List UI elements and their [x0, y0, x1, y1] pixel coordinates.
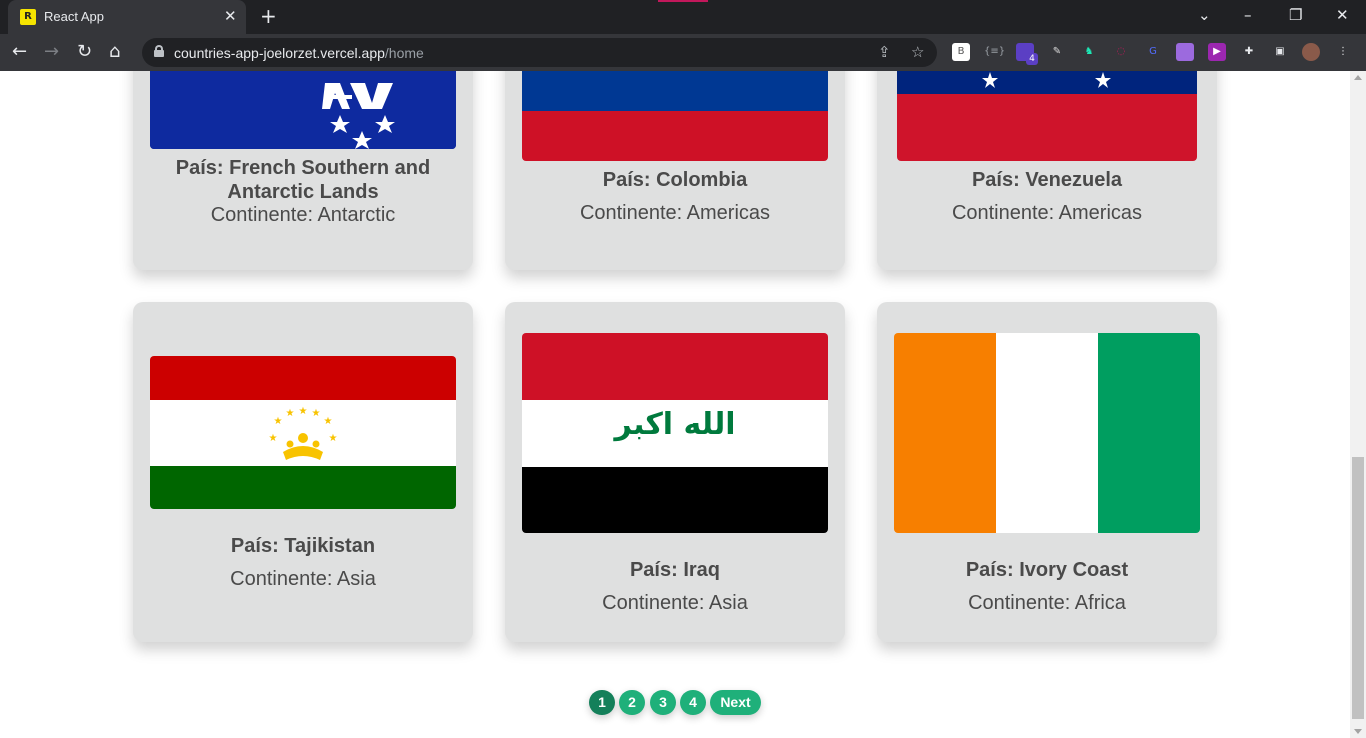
flag-image	[150, 71, 456, 149]
country-card[interactable]: País: French Southern and Antarctic Land…	[133, 71, 473, 270]
continent-name: Continente: Africa	[968, 592, 1126, 614]
ivory-coast-flag-graphic	[894, 333, 1200, 533]
continent-name: Continente: Asia	[230, 568, 376, 590]
venezuela-flag-graphic	[897, 71, 1197, 161]
bookmark-star-icon[interactable]: ☆	[911, 43, 924, 61]
continent-name: Continente: Antarctic	[210, 204, 396, 226]
page-2-button[interactable]: 2	[619, 690, 645, 715]
profile-avatar[interactable]	[1302, 43, 1320, 61]
page-1-button[interactable]: 1	[589, 690, 615, 715]
extensions-puzzle-icon[interactable]: ✚	[1240, 43, 1258, 61]
country-card[interactable]: الله اكبر País: Iraq Continente: Asia	[505, 302, 845, 642]
country-name: País: Ivory Coast	[965, 559, 1129, 581]
back-icon[interactable]: ←	[12, 41, 27, 62]
minimize-icon[interactable]: –	[1244, 6, 1252, 24]
svg-text:★: ★	[299, 406, 308, 417]
continent-name: Continente: Asia	[602, 592, 748, 614]
country-name: País: Colombia	[602, 169, 748, 191]
vertical-scrollbar[interactable]	[1350, 71, 1366, 738]
extension-ring-icon[interactable]: ◌	[1112, 43, 1130, 61]
svg-text:★: ★	[274, 416, 283, 427]
country-name: País: Venezuela	[971, 169, 1123, 191]
taaf-flag-graphic	[150, 71, 456, 149]
browser-toolbar: ← → ↻ ⌂ countries-app-joelorzet.vercel.a…	[0, 34, 1366, 71]
svg-text:★: ★	[312, 408, 321, 419]
restore-icon[interactable]: ❐	[1289, 6, 1302, 24]
forward-icon[interactable]: →	[44, 41, 59, 62]
colombia-flag-graphic	[522, 71, 828, 161]
extension-pen-icon[interactable]: ✎	[1048, 43, 1066, 61]
flag-image: الله اكبر	[522, 333, 828, 533]
scrollbar-thumb[interactable]	[1352, 457, 1364, 719]
flag-image	[894, 333, 1200, 533]
extension-leaf-icon[interactable]: ♞	[1080, 43, 1098, 61]
close-tab-icon[interactable]: ✕	[224, 7, 237, 25]
country-card[interactable]: ★ ★ ★ ★ ★ ★ ★ País: Tajikistan Continent…	[133, 302, 473, 642]
extension-c-icon[interactable]: G	[1144, 43, 1162, 61]
flag-image	[897, 71, 1197, 161]
window-close-icon[interactable]: ✕	[1336, 6, 1349, 24]
url-path: /home	[384, 45, 424, 61]
tab-search-icon[interactable]: ⌄	[1198, 6, 1211, 24]
extension-play-icon[interactable]: ▶	[1208, 43, 1226, 61]
continent-name: Continente: Americas	[951, 202, 1143, 224]
react-favicon-icon: R	[20, 9, 36, 25]
page-content: País: French Southern and Antarctic Land…	[0, 71, 1350, 738]
svg-text:★: ★	[329, 433, 338, 444]
extension-badge: 4	[1026, 53, 1038, 65]
svg-text:★: ★	[324, 416, 333, 427]
iraq-flag-inscription: الله اكبر	[614, 407, 736, 442]
svg-text:★: ★	[286, 408, 295, 419]
extension-b-icon[interactable]: B	[952, 43, 970, 61]
svg-text:★: ★	[269, 433, 278, 444]
country-name: País: Iraq	[629, 559, 721, 581]
country-name: País: Tajikistan	[230, 535, 376, 557]
browser-tab[interactable]: R React App ✕	[8, 0, 246, 34]
country-card[interactable]: País: Ivory Coast Continente: Africa	[877, 302, 1217, 642]
flag-image: ★ ★ ★ ★ ★ ★ ★	[150, 356, 456, 509]
scroll-up-icon[interactable]	[1354, 75, 1362, 80]
url-host: countries-app-joelorzet.vercel.app	[174, 45, 385, 61]
menu-kebab-icon[interactable]: ⋮	[1334, 43, 1352, 61]
tab-title: React App	[44, 9, 104, 24]
url-text: countries-app-joelorzet.vercel.app/home	[174, 45, 424, 61]
country-name: País: French Southern and Antarctic Land…	[175, 157, 431, 203]
tajikistan-flag-graphic: ★ ★ ★ ★ ★ ★ ★	[150, 356, 456, 509]
reload-icon[interactable]: ↻	[77, 41, 92, 62]
continent-name: Continente: Americas	[579, 202, 771, 224]
side-panel-icon[interactable]: ▣	[1271, 43, 1289, 61]
extension-braces-icon[interactable]: {≡}	[984, 43, 1005, 61]
next-page-button[interactable]: Next	[710, 690, 761, 715]
new-tab-button[interactable]: +	[260, 4, 277, 28]
page-3-button[interactable]: 3	[650, 690, 676, 715]
page-4-button[interactable]: 4	[680, 690, 706, 715]
address-bar[interactable]: countries-app-joelorzet.vercel.app/home …	[142, 38, 937, 67]
flag-image	[522, 71, 828, 161]
lock-icon[interactable]	[154, 45, 164, 57]
country-card[interactable]: País: Venezuela Continente: Americas	[877, 71, 1217, 270]
extension-puzzle-purple-icon[interactable]	[1176, 43, 1194, 61]
scroll-down-icon[interactable]	[1354, 729, 1362, 734]
tab-indicator	[658, 0, 708, 2]
home-icon[interactable]: ⌂	[109, 41, 120, 62]
tab-strip: R React App ✕ + ⌄ – ❐ ✕	[0, 0, 1366, 34]
country-card[interactable]: País: Colombia Continente: Americas	[505, 71, 845, 270]
share-icon[interactable]: ⇪	[878, 43, 891, 61]
